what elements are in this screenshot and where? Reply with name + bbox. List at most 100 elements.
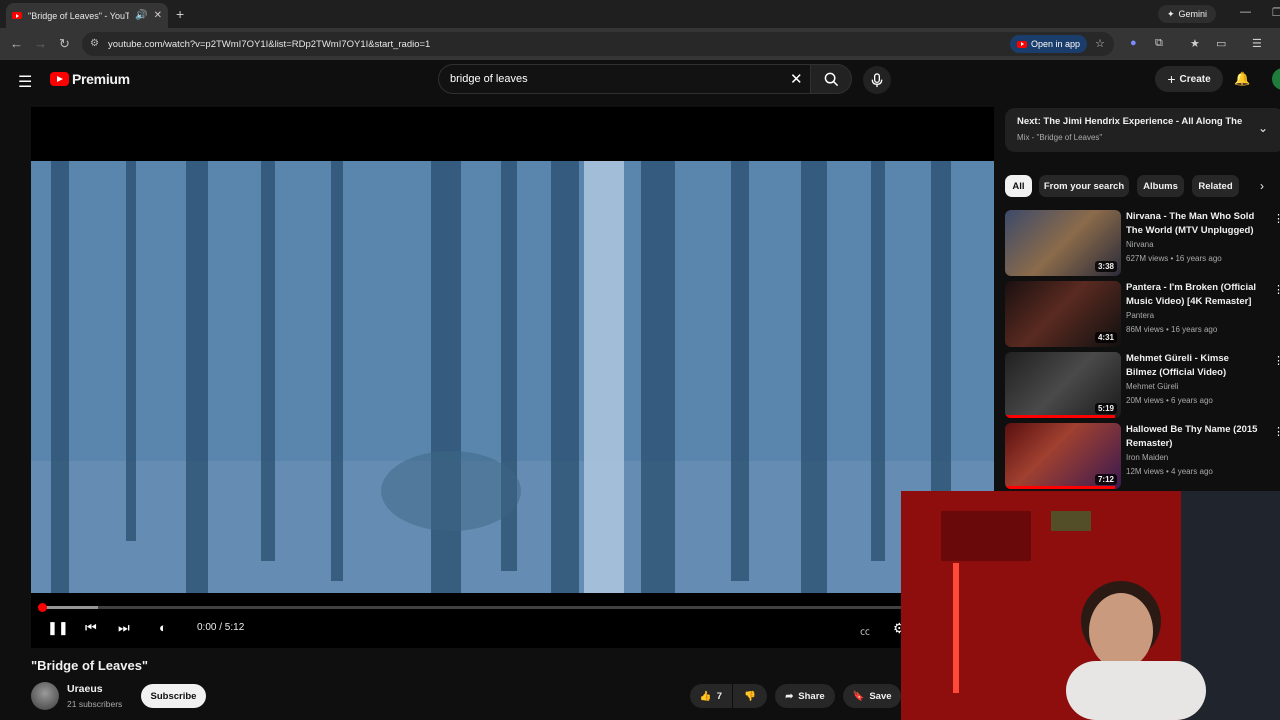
more-options-icon[interactable]: ⋮ xyxy=(1273,283,1280,296)
side-panel-icon[interactable]: ☰ xyxy=(1252,37,1262,50)
open-in-app-button[interactable]: Open in app xyxy=(1010,35,1088,53)
reload-icon[interactable]: ↻ xyxy=(59,36,70,52)
site-info-icon[interactable]: ⚙ xyxy=(90,38,99,49)
video-frame[interactable] xyxy=(31,161,994,593)
share-arrow-icon: ➦ xyxy=(785,690,794,702)
url-text: youtube.com/watch?v=p2TWmI7OY1I&list=RDp… xyxy=(108,38,431,50)
recommendation-channel[interactable]: Pantera xyxy=(1126,311,1154,320)
recommendation-channel[interactable]: Nirvana xyxy=(1126,240,1154,249)
time-display: 0:00 / 5:12 xyxy=(197,622,245,633)
logo-text: Premium xyxy=(72,71,130,87)
video-thumbnail[interactable]: 5:19 xyxy=(1005,352,1121,418)
browser-tab[interactable]: "Bridge of Leaves" - YouTube 🔊 ✕ xyxy=(6,3,168,28)
chip-all[interactable]: All xyxy=(1005,175,1032,197)
new-tab-icon[interactable]: + xyxy=(176,6,184,22)
recommendation-title[interactable]: Hallowed Be Thy Name (2015 Remaster) xyxy=(1126,423,1261,451)
channel-avatar[interactable] xyxy=(31,682,59,710)
extension-badge-icon[interactable]: ● xyxy=(1130,37,1137,49)
webcam-overlay xyxy=(901,491,1280,720)
gemini-button[interactable]: ✦ Gemini xyxy=(1158,5,1217,23)
video-thumbnail[interactable]: 7:12 xyxy=(1005,423,1121,489)
restore-icon[interactable]: ❐ xyxy=(1272,6,1280,19)
share-button[interactable]: ➦ Share xyxy=(775,684,835,708)
bookmark-icon: 🔖 xyxy=(852,690,865,702)
recommendation-title[interactable]: Pantera - I'm Broken (Official Music Vid… xyxy=(1126,281,1261,309)
up-next-panel[interactable]: Next: The Jimi Hendrix Experience - All … xyxy=(1005,108,1280,152)
up-next-title: Next: The Jimi Hendrix Experience - All … xyxy=(1017,116,1245,127)
pause-icon[interactable]: ❚❚ xyxy=(47,620,69,636)
duration-badge: 4:31 xyxy=(1094,332,1117,343)
like-count: 7 xyxy=(716,690,723,702)
chip-related[interactable]: Related xyxy=(1192,175,1239,197)
speaker-icon[interactable]: 🔊 xyxy=(135,10,147,21)
bookmark-star-icon[interactable]: ☆ xyxy=(1095,37,1105,50)
scrubber-handle[interactable] xyxy=(38,603,47,612)
search-query: bridge of leaves xyxy=(450,73,528,85)
list-item[interactable]: 4:31 Pantera - I'm Broken (Official Musi… xyxy=(1005,281,1280,347)
create-label: Create xyxy=(1179,73,1211,85)
list-item[interactable]: 7:12 Hallowed Be Thy Name (2015 Remaster… xyxy=(1005,423,1280,489)
create-button[interactable]: + Create xyxy=(1155,66,1223,92)
forest-video-image xyxy=(31,161,994,593)
recommendation-meta: 20M views • 6 years ago xyxy=(1126,396,1213,405)
recommendation-meta: 12M views • 4 years ago xyxy=(1126,467,1213,476)
gemini-sparkle-icon: ✦ xyxy=(1167,8,1175,19)
channel-name[interactable]: Uraeus xyxy=(67,683,103,695)
watched-progress-bar xyxy=(1005,415,1116,418)
subscribe-button[interactable]: Subscribe xyxy=(141,684,206,708)
search-input[interactable]: bridge of leaves xyxy=(438,64,810,94)
recommendation-channel[interactable]: Mehmet Güreli xyxy=(1126,382,1178,391)
cast-icon[interactable]: ▭ xyxy=(1216,37,1226,50)
chevron-down-icon[interactable]: ⌄ xyxy=(1258,121,1268,135)
youtube-small-icon xyxy=(1017,40,1027,48)
webcam-image xyxy=(901,491,1280,720)
account-avatar[interactable] xyxy=(1272,68,1280,90)
tab-close-icon[interactable]: ✕ xyxy=(154,10,162,21)
search-icon xyxy=(824,72,838,86)
voice-search-button[interactable] xyxy=(863,66,891,94)
minimize-icon[interactable]: — xyxy=(1240,6,1251,18)
gemini-label: Gemini xyxy=(1178,9,1208,19)
forward-arrow-icon[interactable]: → xyxy=(34,36,47,51)
like-button[interactable]: 👍 7 xyxy=(690,684,732,708)
chip-from-your-search[interactable]: From your search xyxy=(1039,175,1129,197)
volume-icon[interactable]: ◐ xyxy=(159,620,167,635)
browser-toolbar: ← → ↻ ⚙ youtube.com/watch?v=p2TWmI7OY1I&… xyxy=(0,28,1280,60)
video-player[interactable]: ❚❚ ⏮ ⏭ ◐ 0:00 / 5:12 ㏄ ⚙ xyxy=(31,107,994,648)
more-options-icon[interactable]: ⋮ xyxy=(1273,425,1280,438)
hamburger-menu-icon[interactable]: ☰ xyxy=(18,72,32,92)
video-thumbnail[interactable]: 3:38 xyxy=(1005,210,1121,276)
more-options-icon[interactable]: ⋮ xyxy=(1273,212,1280,225)
list-item[interactable]: 3:38 Nirvana - The Man Who Sold The Worl… xyxy=(1005,210,1280,276)
thumbs-up-icon: 👍 xyxy=(699,690,712,702)
share-label: Share xyxy=(798,690,825,702)
dislike-button[interactable]: 👎 xyxy=(733,684,767,708)
video-progress-bar[interactable] xyxy=(38,603,984,612)
recommendation-meta: 86M views • 16 years ago xyxy=(1126,325,1218,334)
microphone-icon xyxy=(871,72,883,87)
captions-icon[interactable]: ㏄ xyxy=(860,623,870,638)
address-bar[interactable]: ⚙ youtube.com/watch?v=p2TWmI7OY1I&list=R… xyxy=(82,32,1114,56)
recommendation-title[interactable]: Mehmet Güreli - Kimse Bilmez (Official V… xyxy=(1126,352,1261,380)
duration-badge: 5:19 xyxy=(1094,403,1117,414)
save-button[interactable]: 🔖 Save xyxy=(843,684,901,708)
recommendation-title[interactable]: Nirvana - The Man Who Sold The World (MT… xyxy=(1126,210,1261,238)
recommendation-channel[interactable]: Iron Maiden xyxy=(1126,453,1168,462)
clear-search-icon[interactable]: ✕ xyxy=(790,70,803,88)
list-item[interactable]: 5:19 Mehmet Güreli - Kimse Bilmez (Offic… xyxy=(1005,352,1280,418)
video-thumbnail[interactable]: 4:31 xyxy=(1005,281,1121,347)
search-button[interactable] xyxy=(810,64,852,94)
chip-albums[interactable]: Albums xyxy=(1137,175,1184,197)
more-options-icon[interactable]: ⋮ xyxy=(1273,354,1280,367)
next-icon[interactable]: ⏭ xyxy=(118,620,130,636)
extensions-puzzle-icon[interactable]: ⧉ xyxy=(1155,37,1163,50)
duration-badge: 3:38 xyxy=(1094,261,1117,272)
reading-list-icon[interactable]: ★ xyxy=(1190,37,1200,50)
chevron-right-icon[interactable]: › xyxy=(1260,179,1264,193)
thumbs-down-icon: 👎 xyxy=(744,690,756,702)
youtube-premium-logo[interactable]: Premium xyxy=(50,71,130,87)
previous-icon[interactable]: ⏮ xyxy=(85,620,97,636)
notifications-bell-icon[interactable]: 🔔 xyxy=(1234,71,1250,87)
plus-icon: + xyxy=(1167,71,1176,87)
back-arrow-icon[interactable]: ← xyxy=(10,36,23,51)
